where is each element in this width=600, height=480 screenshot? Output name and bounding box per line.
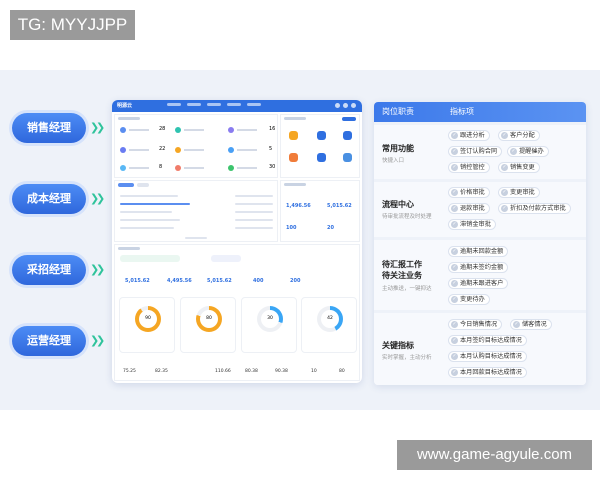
row-subtitle: 实时掌握，主动分析 bbox=[382, 355, 432, 361]
ring-value: 80 bbox=[339, 369, 345, 374]
metric-chip[interactable]: ✓ 客户分配 bbox=[498, 130, 540, 141]
stat-value: 16 bbox=[269, 126, 276, 132]
stat-value: 30 bbox=[269, 164, 276, 170]
table-row: 关键指标 实时掌握，主动分析 ✓ 今日销售情况 ✓ 储客情况 ✓ 本月签约目标达成情况… bbox=[374, 310, 586, 385]
target-card: 30 bbox=[241, 297, 297, 353]
row-title: 待汇报工作 待关注业务 bbox=[382, 260, 422, 280]
dashboard-preview: 明源云 28 16 22 5 8 30 1,496.56 5,015.62 10… bbox=[112, 100, 362, 383]
kpi-value: 100 bbox=[286, 225, 297, 231]
ring-value: 75.25 bbox=[123, 369, 136, 374]
kpi-value: 5,015.62 bbox=[327, 203, 352, 209]
ring-value: 90.38 bbox=[275, 369, 288, 374]
card-value: 400 bbox=[253, 278, 264, 284]
site-watermark: www.game-agyule.com bbox=[397, 440, 592, 470]
row-subtitle: 主动推送，一键抑达 bbox=[382, 286, 432, 292]
row-subtitle: 快捷入口 bbox=[382, 158, 405, 164]
stat-value: 28 bbox=[159, 126, 166, 132]
metric-chip[interactable]: ✓ 签订认购合同 bbox=[448, 146, 503, 157]
stat-value: 8 bbox=[159, 164, 163, 170]
metric-chip[interactable]: ✓ 退款审批 bbox=[448, 203, 490, 214]
task-list-panel bbox=[114, 180, 278, 242]
header-role: 岗位职责 bbox=[382, 107, 414, 116]
metric-chip[interactable]: ✓ 逾期未签约金额 bbox=[448, 262, 509, 273]
metric-chip[interactable]: ✓ 销控管控 bbox=[448, 162, 490, 173]
ring-value: 10 bbox=[311, 369, 317, 374]
metric-chip[interactable]: ✓ 本月回款目标达成情况 bbox=[448, 367, 527, 378]
quick-actions-panel bbox=[280, 114, 360, 178]
stats-panel: 28 16 22 5 8 30 bbox=[114, 114, 278, 178]
table-row: 常用功能 快捷入口 ✓ 跟进分析 ✓ 客户分配 ✓ 签订认购合同 ✓ 提醒催办 ✓ 销控管… bbox=[374, 122, 586, 179]
dashboard-logo: 明源云 bbox=[117, 103, 133, 109]
stat-value: 22 bbox=[159, 146, 166, 152]
table-row: 待汇报工作 待关注业务 主动推送，一键抑达 ✓ 逾期未回款金额 ✓ 逾期未签约金额 … bbox=[374, 237, 586, 310]
metric-chip[interactable]: ✓ 逾期未跟进客户 bbox=[448, 278, 509, 289]
table-header: 岗位职责 指标项 bbox=[374, 102, 586, 122]
role-cost-manager[interactable]: 成本经理 bbox=[12, 184, 86, 214]
ring-value: 82.35 bbox=[155, 369, 168, 374]
metric-chip[interactable]: ✓ 今日销售情况 bbox=[448, 319, 503, 330]
dashboard-tools bbox=[335, 103, 356, 108]
action-icon[interactable] bbox=[289, 153, 298, 162]
chevron-right-icon: ❯ ❯ bbox=[90, 263, 106, 276]
metric-chip[interactable]: ✓ 变更审批 bbox=[498, 187, 540, 198]
chevron-right-icon: ❯ ❯ bbox=[90, 121, 106, 134]
metrics-panel: 5,015.62 4,495.56 5,015.62 400 200 90 80… bbox=[114, 244, 360, 381]
action-icon[interactable] bbox=[343, 131, 352, 140]
stat-value: 5 bbox=[269, 146, 273, 152]
metric-chip[interactable]: ✓ 逾期未回款金额 bbox=[448, 246, 509, 257]
role-sales-manager[interactable]: 销售经理 bbox=[12, 113, 86, 143]
metric-chip[interactable]: ✓ 跟进分析 bbox=[448, 130, 490, 141]
action-icon[interactable] bbox=[289, 131, 298, 140]
target-card: 42 bbox=[301, 297, 357, 353]
chevron-right-icon: ❯ ❯ bbox=[90, 192, 106, 205]
dashboard-nav bbox=[167, 103, 277, 108]
target-card: 90 bbox=[119, 297, 175, 353]
target-card: 80 bbox=[180, 297, 236, 353]
kpi-value: 1,496.56 bbox=[286, 203, 311, 209]
table-row: 流程中心 待审批流程及时处理 ✓ 价格审批 ✓ 变更审批 ✓ 退款审批 ✓ 折扣及付款方… bbox=[374, 179, 586, 237]
role-procurement-manager[interactable]: 采招经理 bbox=[12, 255, 86, 285]
dashboard-topbar: 明源云 bbox=[112, 100, 362, 112]
tg-tag: TG: MYYJJPP bbox=[10, 10, 135, 40]
metric-chip[interactable]: ✓ 销售变更 bbox=[498, 162, 540, 173]
ring-value: 80.38 bbox=[245, 369, 258, 374]
kpi-panel: 1,496.56 5,015.62 100 20 bbox=[280, 180, 360, 242]
role-operations-manager[interactable]: 运营经理 bbox=[12, 326, 86, 356]
chevron-right-icon: ❯ ❯ bbox=[90, 334, 106, 347]
kpi-value: 20 bbox=[327, 225, 334, 231]
metric-chip[interactable]: ✓ 折扣及付款方式审批 bbox=[498, 203, 571, 214]
metric-chip[interactable]: ✓ 本月认购目标达成情况 bbox=[448, 351, 527, 362]
row-title: 关键指标 bbox=[382, 341, 414, 350]
card-value: 5,015.62 bbox=[207, 278, 232, 284]
card-value: 200 bbox=[290, 278, 301, 284]
metric-chip[interactable]: ✓ 变更待办 bbox=[448, 294, 490, 305]
row-title: 流程中心 bbox=[382, 200, 414, 209]
ring-value: 110.66 bbox=[215, 369, 231, 374]
action-icon[interactable] bbox=[317, 153, 326, 162]
card-value: 4,495.56 bbox=[167, 278, 192, 284]
metric-chip[interactable]: ✓ 滞销金审批 bbox=[448, 219, 496, 230]
metric-chip[interactable]: ✓ 储客情况 bbox=[510, 319, 552, 330]
header-metrics: 指标项 bbox=[450, 107, 474, 116]
metric-chip[interactable]: ✓ 提醒催办 bbox=[507, 146, 549, 157]
responsibility-table: 岗位职责 指标项 常用功能 快捷入口 ✓ 跟进分析 ✓ 客户分配 ✓ 签订认购合同 ✓… bbox=[374, 102, 586, 385]
card-value: 5,015.62 bbox=[125, 278, 150, 284]
metric-chip[interactable]: ✓ 本月签约目标达成情况 bbox=[448, 335, 527, 346]
action-icon[interactable] bbox=[343, 153, 352, 162]
row-subtitle: 待审批流程及时处理 bbox=[382, 214, 432, 220]
row-title: 常用功能 bbox=[382, 144, 414, 153]
metric-chip[interactable]: ✓ 价格审批 bbox=[448, 187, 490, 198]
action-icon[interactable] bbox=[317, 131, 326, 140]
